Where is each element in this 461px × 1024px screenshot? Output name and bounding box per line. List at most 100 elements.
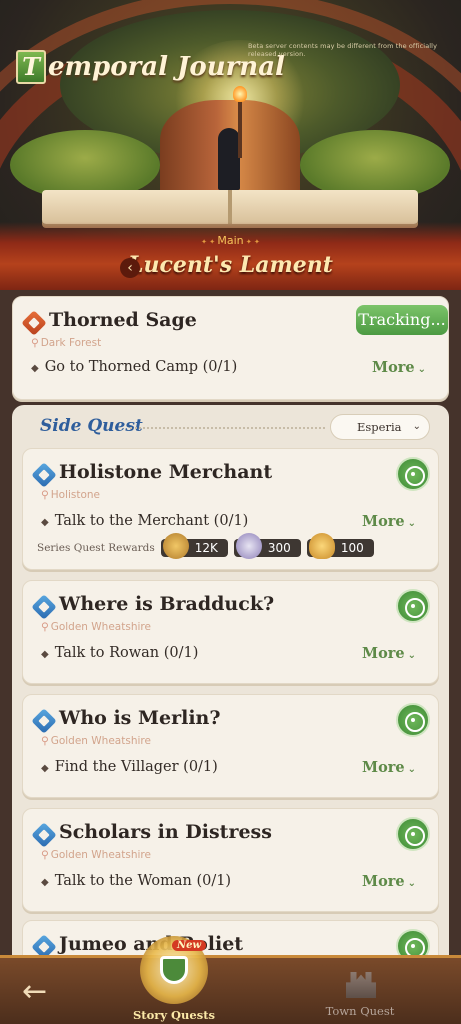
track-target-button[interactable] <box>396 457 430 491</box>
chevron-down-icon: ⌄ <box>412 421 421 432</box>
reward-medal: 100 <box>306 533 374 559</box>
track-target-button[interactable] <box>396 589 430 623</box>
more-button[interactable]: More ⌄ <box>362 645 416 662</box>
double-chevron-down-icon: ⌄ <box>407 878 416 889</box>
more-label: More <box>362 873 405 890</box>
chapter-ribbon: Main Lucent's Lament <box>0 222 461 292</box>
bullet-icon: ◆ <box>41 877 49 888</box>
more-button[interactable]: More ⌄ <box>372 359 426 376</box>
quest-objective-text: Talk to Rowan (0/1) <box>54 645 199 661</box>
quest-objective-text: Talk to the Merchant (0/1) <box>54 513 249 529</box>
quest-objective: ◆ Talk to the Woman (0/1) <box>41 873 231 889</box>
quest-objective-text: Go to Thorned Camp (0/1) <box>44 359 238 375</box>
location-pin-icon: ⚲ <box>41 489 49 501</box>
chapter-title: Lucent's Lament <box>128 252 333 278</box>
quest-location: ⚲ Dark Forest <box>31 337 101 349</box>
double-chevron-down-icon: ⌄ <box>407 518 416 529</box>
quest-location-text: Golden Wheatshire <box>50 735 151 747</box>
more-button[interactable]: More ⌄ <box>362 513 416 530</box>
quest-objective: ◆ Go to Thorned Camp (0/1) <box>31 359 237 375</box>
bullet-icon: ◆ <box>31 363 39 374</box>
side-quest-icon <box>31 462 57 488</box>
side-quest-icon <box>31 822 57 848</box>
location-pin-icon: ⚲ <box>41 621 49 633</box>
tab-story-quests[interactable]: New Story Quests <box>120 936 228 1024</box>
reward-medal-amount: 100 <box>340 541 364 555</box>
side-quest-icon <box>31 708 57 734</box>
server-disclaimer: Beta server contents may be different fr… <box>248 42 438 58</box>
quest-location: ⚲ Golden Wheatshire <box>41 621 151 633</box>
journal-title-cap: T <box>16 50 46 84</box>
reward-gem: 300 <box>233 533 301 559</box>
track-target-button[interactable] <box>396 817 430 851</box>
more-label: More <box>362 759 405 776</box>
gem-icon <box>235 533 262 559</box>
cloaked-figure-art <box>218 128 240 190</box>
track-target-button[interactable] <box>396 703 430 737</box>
double-chevron-down-icon: ⌄ <box>407 650 416 661</box>
reward-gold-amount: 12K <box>194 541 218 555</box>
back-arrow-icon[interactable]: ← <box>22 977 47 1007</box>
quest-objective-text: Find the Villager (0/1) <box>54 759 218 775</box>
bullet-icon: ◆ <box>41 763 49 774</box>
quest-location: ⚲ Holistone <box>41 489 100 501</box>
open-book-art <box>42 190 418 224</box>
reward-gold: 12K <box>160 533 228 559</box>
bullet-icon: ◆ <box>41 649 49 660</box>
quest-location: ⚲ Golden Wheatshire <box>41 849 151 861</box>
more-button[interactable]: More ⌄ <box>362 759 416 776</box>
location-pin-icon: ⚲ <box>41 735 49 747</box>
tab-label: Town Quest <box>325 1004 395 1018</box>
chapter-prev-button[interactable]: ‹ <box>120 258 140 278</box>
side-quest-icon <box>31 594 57 620</box>
quest-title: Who is Merlin? <box>59 707 221 729</box>
reward-gem-amount: 300 <box>267 541 291 555</box>
header-divider <box>130 427 325 429</box>
quest-title: Scholars in Distress <box>59 821 272 843</box>
quest-title: Holistone Merchant <box>59 461 273 483</box>
bottom-nav: ← New Story Quests Town Quest <box>0 936 461 1024</box>
quest-location-text: Dark Forest <box>40 337 102 349</box>
series-rewards: Series Quest Rewards 12K 300 100 <box>37 533 380 559</box>
quest-location: ⚲ Golden Wheatshire <box>41 735 151 747</box>
main-quest-icon <box>21 310 47 336</box>
location-pin-icon: ⚲ <box>41 849 49 861</box>
tracking-button[interactable]: Tracking... <box>356 305 448 335</box>
more-label: More <box>362 513 405 530</box>
more-label: More <box>362 645 405 662</box>
quest-objective: ◆ Talk to Rowan (0/1) <box>41 645 198 661</box>
side-quest-card[interactable]: Where is Bradduck? ⚲ Golden Wheatshire ◆ T… <box>22 580 439 684</box>
tab-town-quest[interactable]: Town Quest <box>310 972 410 1024</box>
location-pin-icon: ⚲ <box>31 337 39 349</box>
rewards-label: Series Quest Rewards <box>37 542 155 554</box>
region-value: Esperia <box>357 420 402 434</box>
quest-objective-text: Talk to the Woman (0/1) <box>54 873 232 889</box>
quest-title: Where is Bradduck? <box>59 593 275 615</box>
chapter-type-tag: Main <box>0 234 461 247</box>
more-label: More <box>372 359 415 376</box>
quest-objective: ◆ Talk to the Merchant (0/1) <box>41 513 248 529</box>
more-button[interactable]: More ⌄ <box>362 873 416 890</box>
side-quest-header: Side Quest <box>40 416 143 436</box>
double-chevron-down-icon: ⌄ <box>417 364 426 375</box>
town-castle-icon <box>346 972 376 998</box>
main-quest-card[interactable]: Thorned Sage Tracking... ⚲ Dark Forest ◆ G… <box>12 296 449 400</box>
gold-bag-icon <box>162 533 189 559</box>
side-quest-card[interactable]: Scholars in Distress ⚲ Golden Wheatshire … <box>22 808 439 912</box>
new-badge: New <box>172 940 207 951</box>
torch-icon <box>233 86 247 158</box>
quest-location-text: Holistone <box>50 489 100 501</box>
bullet-icon: ◆ <box>41 517 49 528</box>
quest-location-text: Golden Wheatshire <box>50 621 151 633</box>
side-quest-card[interactable]: Who is Merlin? ⚲ Golden Wheatshire ◆ Find … <box>22 694 439 798</box>
tab-label: Story Quests <box>133 1008 215 1022</box>
quest-title: Thorned Sage <box>49 309 197 331</box>
quest-location-text: Golden Wheatshire <box>50 849 151 861</box>
side-quest-card[interactable]: Holistone Merchant ⚲ Holistone ◆ Talk to t… <box>22 448 439 570</box>
medal-icon <box>308 533 335 559</box>
story-quest-icon <box>160 956 188 984</box>
double-chevron-down-icon: ⌄ <box>407 764 416 775</box>
journal-title: T emporal Journal <box>16 50 285 84</box>
region-dropdown[interactable]: Esperia ⌄ <box>330 414 430 440</box>
quest-objective: ◆ Find the Villager (0/1) <box>41 759 218 775</box>
